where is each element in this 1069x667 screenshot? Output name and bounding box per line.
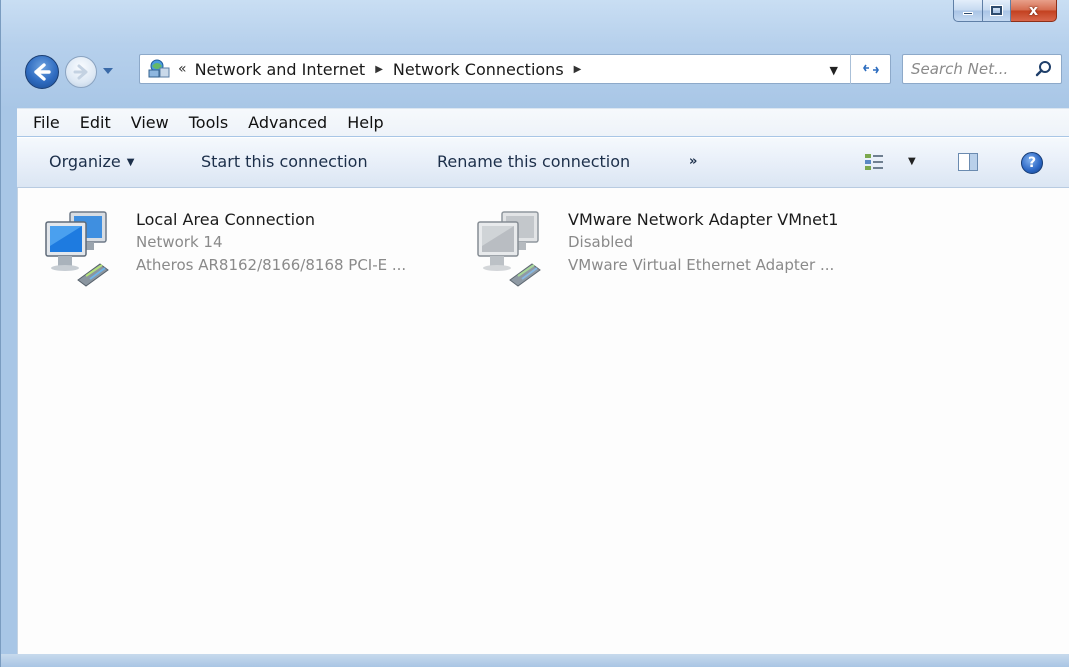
menu-advanced[interactable]: Advanced <box>248 113 327 132</box>
breadcrumb: « Network and Internet ▶ Network Connect… <box>178 60 591 79</box>
start-connection-button[interactable]: Start this connection <box>201 152 368 171</box>
refresh-button[interactable] <box>850 54 890 84</box>
view-options-dropdown-icon[interactable]: ▼ <box>908 156 916 167</box>
change-view-icon[interactable] <box>864 152 884 172</box>
search-box[interactable]: Search Net... <box>902 54 1062 84</box>
breadcrumb-separator-icon[interactable]: ▶ <box>574 64 582 75</box>
network-adapter-enabled-icon <box>45 211 109 287</box>
connection-status: Disabled <box>568 233 634 251</box>
organize-label: Organize <box>49 152 121 171</box>
connection-details: VMware Network Adapter VMnet1 Disabled V… <box>568 208 838 277</box>
breadcrumb-overflow[interactable]: « <box>178 61 187 77</box>
forward-arrow-icon <box>73 64 88 80</box>
back-arrow-icon <box>34 63 51 81</box>
refresh-icon <box>862 64 879 74</box>
window-controls: x <box>953 0 1057 22</box>
breadcrumb-network-and-internet[interactable]: Network and Internet <box>195 60 366 79</box>
minimize-icon <box>963 12 973 15</box>
back-button[interactable] <box>25 55 59 89</box>
breadcrumb-network-connections[interactable]: Network Connections <box>393 60 564 79</box>
menu-view[interactable]: View <box>131 113 169 132</box>
window-bottom-border <box>1 654 1069 667</box>
menu-edit[interactable]: Edit <box>80 113 111 132</box>
menu-file[interactable]: File <box>33 113 60 132</box>
menu-bar: File Edit View Tools Advanced Help <box>17 108 1069 136</box>
connection-device: Atheros AR8162/8166/8168 PCI-E ... <box>136 256 407 274</box>
close-button[interactable]: x <box>1011 0 1057 22</box>
network-connections-icon <box>148 59 170 78</box>
help-icon[interactable]: ? <box>1021 152 1043 174</box>
close-icon: x <box>1028 2 1039 19</box>
menu-help[interactable]: Help <box>347 113 383 132</box>
search-placeholder: Search Net... <box>911 60 1009 78</box>
address-history-dropdown-icon[interactable]: ▼ <box>830 64 838 77</box>
connection-name: Local Area Connection <box>136 210 315 229</box>
menu-tools[interactable]: Tools <box>189 113 228 132</box>
explorer-window: x « Network and Internet ▶ Network Conne… <box>0 0 1069 667</box>
connection-name: VMware Network Adapter VMnet1 <box>568 210 839 229</box>
connection-device: VMware Virtual Ethernet Adapter ... <box>568 256 835 274</box>
rename-connection-button[interactable]: Rename this connection <box>437 152 630 171</box>
breadcrumb-separator-icon[interactable]: ▶ <box>375 64 383 75</box>
chevron-down-icon: ▼ <box>126 157 135 168</box>
connection-status: Network 14 <box>136 233 223 251</box>
recent-pages-dropdown-icon[interactable] <box>101 64 115 78</box>
navigation-bar: « Network and Internet ▶ Network Connect… <box>1 46 1069 100</box>
network-adapter-disabled-icon <box>477 211 541 287</box>
command-bar: Organize ▼ Start this connection Rename t… <box>17 137 1069 188</box>
address-bar[interactable]: « Network and Internet ▶ Network Connect… <box>139 54 891 84</box>
maximize-button[interactable] <box>983 0 1011 22</box>
more-commands-button[interactable]: » <box>689 154 697 169</box>
connection-item-vmware-vmnet1[interactable]: VMware Network Adapter VMnet1 Disabled V… <box>474 198 894 298</box>
forward-button[interactable] <box>65 56 97 88</box>
search-icon[interactable] <box>1035 60 1053 78</box>
organize-button[interactable]: Organize ▼ <box>49 152 134 171</box>
connection-item-local-area[interactable]: Local Area Connection Network 14 Atheros… <box>42 198 462 298</box>
minimize-button[interactable] <box>953 0 983 22</box>
connections-list: Local Area Connection Network 14 Atheros… <box>17 188 1069 654</box>
connection-details: Local Area Connection Network 14 Atheros… <box>136 208 406 277</box>
maximize-icon <box>991 6 1002 15</box>
preview-pane-icon[interactable] <box>958 153 978 171</box>
